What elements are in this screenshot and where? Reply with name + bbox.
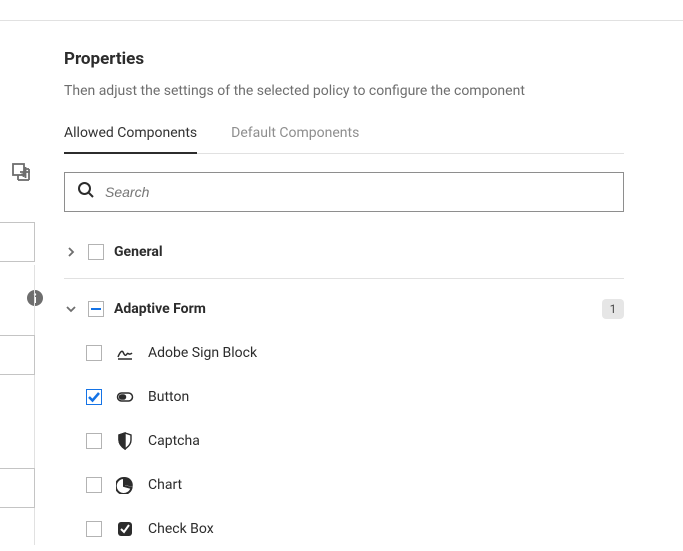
component-item-chart[interactable]: Chart [64,463,624,507]
item-label: Chart [148,477,182,493]
tab-default-components[interactable]: Default Components [231,125,359,153]
component-item-captcha[interactable]: Captcha [64,419,624,463]
info-icon[interactable] [26,289,44,307]
item-checkbox[interactable] [86,389,102,405]
tab-bar: Allowed Components Default Components [64,125,624,154]
search-icon [77,181,95,203]
tab-allowed-components[interactable]: Allowed Components [64,125,197,153]
shield-icon [116,432,134,450]
multi-add-icon[interactable] [12,163,30,181]
item-checkbox[interactable] [86,433,102,449]
search-input[interactable] [105,184,611,200]
group-label: General [114,244,163,260]
group-label: Adaptive Form [114,301,206,317]
item-checkbox[interactable] [86,477,102,493]
chevron-down-icon[interactable] [64,304,78,314]
rail-panel-placeholder [0,335,35,375]
item-checkbox[interactable] [86,521,102,537]
chevron-right-icon[interactable] [64,247,78,257]
page-title: Properties [64,49,624,69]
checkbox-icon [116,520,134,538]
component-item-check-box[interactable]: Check Box [64,507,624,551]
group-general[interactable]: General [64,230,624,274]
group-checkbox-general[interactable] [88,244,104,260]
selection-count-badge: 1 [602,299,624,319]
rail-panel-placeholder [0,222,35,262]
item-checkbox[interactable] [86,345,102,361]
item-label: Button [148,389,189,405]
search-input-wrapper[interactable] [64,172,624,212]
rail-panel-placeholder [0,468,35,508]
component-item-adobe-sign-block[interactable]: Adobe Sign Block [64,331,624,375]
chart-icon [116,476,134,494]
signature-icon [116,344,134,362]
item-label: Captcha [148,433,200,449]
button-icon [116,388,134,406]
component-item-button[interactable]: Button [64,375,624,419]
page-description: Then adjust the settings of the selected… [64,83,624,99]
group-adaptive-form[interactable]: Adaptive Form 1 [64,287,624,331]
item-label: Check Box [148,521,214,537]
item-label: Adobe Sign Block [148,345,257,361]
group-checkbox-adaptive-form[interactable] [88,301,104,317]
